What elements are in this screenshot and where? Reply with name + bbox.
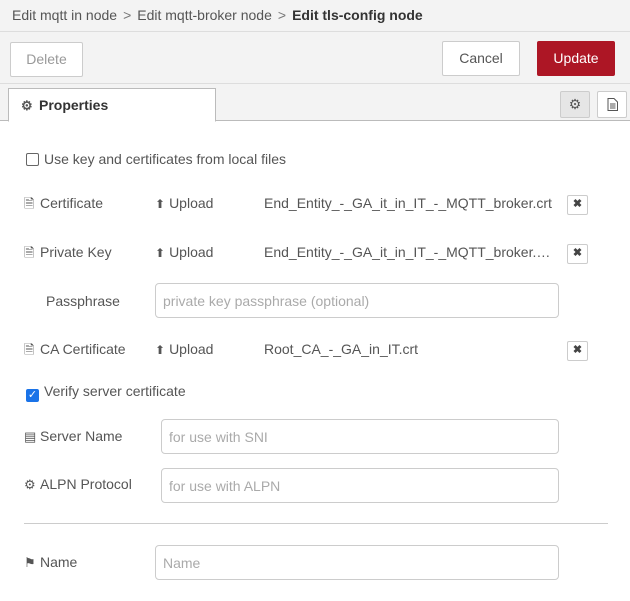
- dialog-toolbar: Delete Cancel Update: [0, 32, 630, 84]
- ca-certificate-filename: Root_CA_-_GA_in_IT.crt: [264, 341, 419, 357]
- certificate-clear-button[interactable]: ✖: [567, 195, 588, 215]
- upload-label: Upload: [169, 195, 214, 211]
- server-name-label-text: Server Name: [40, 428, 123, 444]
- alpn-label: ⚙ ALPN Protocol: [24, 476, 132, 493]
- passphrase-row: Passphrase: [24, 283, 614, 319]
- breadcrumb-separator: >: [123, 7, 132, 23]
- breadcrumb-separator: >: [277, 7, 287, 23]
- verify-server-row: ✓ Verify server certificate: [24, 375, 614, 409]
- private-key-row: 🗎 Private Key ⬆ Upload End_Entity_-_GA_it_…: [24, 236, 614, 270]
- server-name-row: ▤ Server Name: [24, 419, 614, 455]
- use-local-files-checkbox[interactable]: [26, 153, 39, 166]
- update-button[interactable]: Update: [537, 41, 615, 76]
- ca-certificate-label-text: CA Certificate: [40, 341, 126, 357]
- name-label-text: Name: [40, 554, 78, 570]
- ca-certificate-clear-button[interactable]: ✖: [567, 341, 588, 361]
- upload-icon: ⬆: [155, 343, 166, 357]
- breadcrumb: Edit mqtt in node > Edit mqtt-broker node >…: [0, 0, 630, 32]
- name-input[interactable]: [155, 545, 559, 580]
- gear-icon: ⚙: [21, 98, 33, 113]
- name-label: ⚑ Name: [24, 554, 77, 571]
- certificate-filename: End_Entity_-_GA_it_in_IT_-_MQTT_broker.c…: [264, 195, 552, 211]
- ca-certificate-row: 🗎 CA Certificate ⬆ Upload Root_CA_-_GA_in_…: [24, 333, 614, 367]
- ca-certificate-label: 🗎 CA Certificate: [24, 341, 126, 363]
- ca-certificate-upload-button[interactable]: ⬆ Upload: [155, 341, 213, 357]
- certificate-upload-button[interactable]: ⬆ Upload: [155, 195, 213, 211]
- delete-button[interactable]: Delete: [10, 42, 83, 77]
- file-icon: 🗎: [24, 342, 35, 357]
- alpn-row: ⚙ ALPN Protocol: [24, 468, 614, 504]
- private-key-upload-button[interactable]: ⬆ Upload: [155, 244, 213, 260]
- alpn-input[interactable]: [161, 468, 559, 503]
- certificate-row: 🗎 Certificate ⬆ Upload End_Entity_-_GA_it_…: [24, 187, 614, 221]
- cancel-button[interactable]: Cancel: [442, 41, 520, 76]
- server-name-label: ▤ Server Name: [24, 428, 122, 445]
- file-icon: 🗎: [24, 245, 35, 260]
- properties-panel: Use key and certificates from local file…: [0, 121, 630, 601]
- tag-icon: ⚑: [24, 555, 36, 570]
- server-name-input[interactable]: [161, 419, 559, 454]
- breadcrumb-item-mqtt-broker[interactable]: Edit mqtt-broker node: [137, 7, 272, 23]
- verify-server-text: Verify server certificate: [44, 383, 186, 399]
- cogs-icon: ⚙: [24, 477, 36, 492]
- verify-server-checkbox[interactable]: ✓: [26, 389, 39, 402]
- document-icon: [607, 98, 618, 111]
- private-key-clear-button[interactable]: ✖: [567, 244, 588, 264]
- use-local-files-label[interactable]: Use key and certificates from local file…: [26, 151, 286, 167]
- upload-icon: ⬆: [155, 197, 166, 211]
- certificate-label-text: Certificate: [40, 195, 104, 211]
- private-key-label: 🗎 Private Key: [24, 244, 112, 266]
- certificate-label: 🗎 Certificate: [24, 195, 103, 217]
- use-local-files-text: Use key and certificates from local file…: [44, 151, 286, 167]
- settings-tab-button[interactable]: ⚙: [560, 91, 590, 118]
- passphrase-label: Passphrase: [46, 293, 120, 309]
- server-icon: ▤: [24, 429, 37, 444]
- passphrase-input[interactable]: [155, 283, 559, 318]
- tab-properties[interactable]: ⚙ Properties: [8, 88, 216, 122]
- tab-properties-label: Properties: [39, 97, 109, 113]
- name-row: ⚑ Name: [24, 545, 614, 581]
- file-icon: 🗎: [24, 196, 35, 211]
- upload-label: Upload: [169, 341, 214, 357]
- upload-icon: ⬆: [155, 246, 166, 260]
- use-local-files-row: Use key and certificates from local file…: [24, 143, 614, 177]
- description-tab-button[interactable]: [597, 91, 627, 118]
- breadcrumb-current: Edit tls-config node: [292, 7, 423, 23]
- tab-bar: ⚙ Properties ⚙: [0, 84, 630, 122]
- private-key-filename: End_Entity_-_GA_it_in_IT_-_MQTT_broker.k…: [264, 244, 554, 260]
- breadcrumb-item-mqtt-in[interactable]: Edit mqtt in node: [12, 7, 117, 23]
- section-divider: [24, 523, 608, 524]
- private-key-label-text: Private Key: [40, 244, 112, 260]
- verify-server-label[interactable]: ✓ Verify server certificate: [26, 383, 186, 402]
- gear-icon: ⚙: [568, 96, 582, 112]
- upload-label: Upload: [169, 244, 214, 260]
- alpn-label-text: ALPN Protocol: [40, 476, 132, 492]
